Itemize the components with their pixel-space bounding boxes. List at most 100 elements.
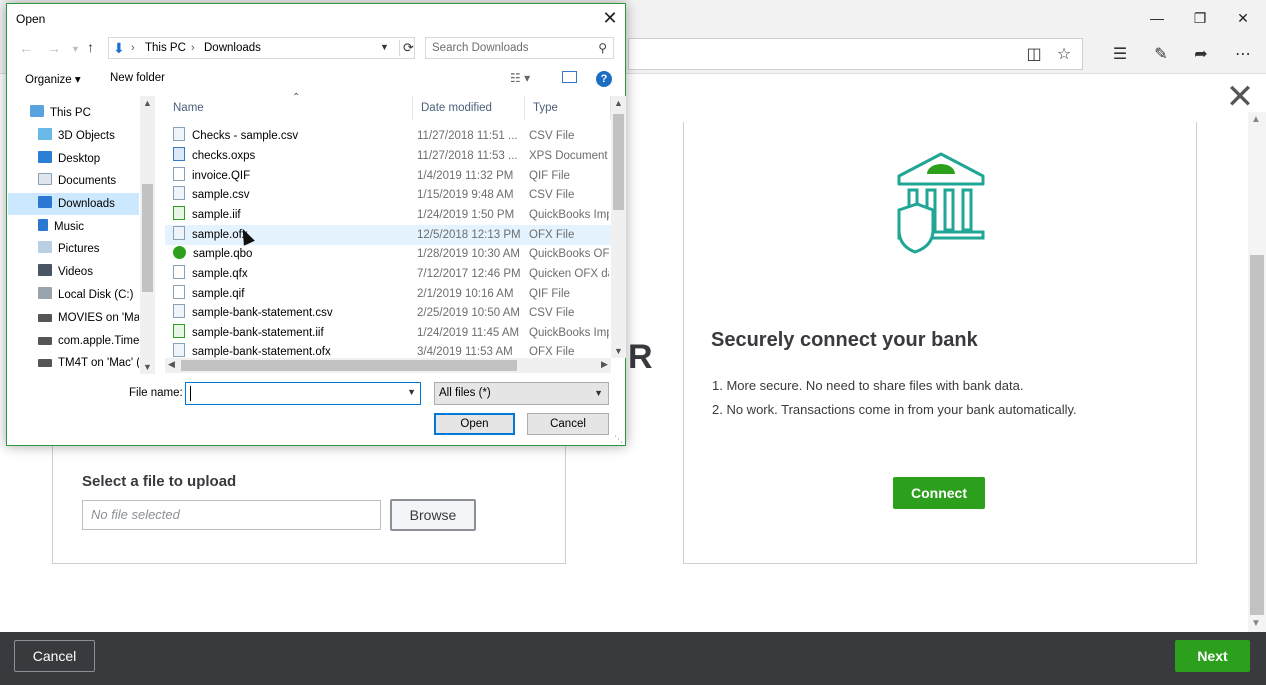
bank-shield-icon	[897, 152, 985, 254]
nav-item-tm4t[interactable]: TM4T on 'Mac' (	[8, 352, 139, 374]
favorites-list-icon[interactable]: ☰	[1109, 44, 1131, 66]
chevron-down-icon[interactable]: ▼	[380, 42, 389, 52]
file-date: 2/25/2019 10:50 AM	[417, 307, 520, 319]
scroll-down-icon[interactable]: ▼	[1251, 618, 1261, 629]
nav-item-time-machine[interactable]: com.apple.Time	[8, 330, 139, 352]
column-header-type[interactable]: Type	[525, 96, 611, 120]
nav-item-this-pc[interactable]: This PC	[8, 102, 139, 124]
nav-item-movies[interactable]: MOVIES on 'Mac	[8, 307, 139, 329]
scroll-down-icon[interactable]: ▼	[143, 362, 152, 372]
nav-pane-scrollbar[interactable]: ▲ ▼	[140, 96, 155, 374]
footer-next-button[interactable]: Next	[1175, 640, 1250, 672]
new-folder-button[interactable]: New folder	[110, 72, 165, 84]
view-options-icon[interactable]: ☷ ▾	[510, 71, 530, 85]
breadcrumb-separator: ›	[131, 42, 135, 54]
address-bar[interactable]	[628, 38, 1083, 70]
file-row[interactable]: sample-bank-statement.csv 2/25/2019 10:5…	[165, 303, 611, 323]
file-row[interactable]: sample.qbo 1/28/2019 10:30 AM QuickBooks…	[165, 244, 611, 264]
page-scroll-thumb[interactable]	[1250, 255, 1264, 615]
file-selected-field: No file selected	[82, 500, 381, 530]
file-list-vscroll-thumb[interactable]	[613, 114, 624, 210]
file-row[interactable]: Checks - sample.csv 11/27/2018 11:51 ...…	[165, 126, 611, 146]
benefit-item: 2. No work. Transactions come in from yo…	[712, 402, 1077, 417]
minimize-icon[interactable]: —	[1140, 6, 1174, 30]
scroll-down-icon[interactable]: ▼	[614, 346, 623, 356]
chevron-down-icon[interactable]: ▼	[407, 387, 416, 397]
column-header-label: Name	[173, 102, 204, 114]
nav-item-3d-objects[interactable]: 3D Objects	[8, 125, 139, 147]
file-name-input[interactable]: ▼	[185, 382, 421, 405]
favorite-star-icon[interactable]: ☆	[1053, 44, 1075, 66]
help-icon[interactable]: ?	[596, 71, 612, 87]
file-list-hscroll-thumb[interactable]	[181, 360, 517, 371]
scroll-left-icon[interactable]: ◀	[168, 359, 175, 370]
cancel-button[interactable]: Cancel	[527, 413, 609, 435]
nav-item-videos[interactable]: Videos	[8, 261, 139, 283]
download-icon	[38, 196, 52, 208]
up-arrow-icon[interactable]: ↑	[87, 39, 94, 55]
nav-item-downloads[interactable]: Downloads	[8, 193, 139, 215]
restore-icon[interactable]: ❐	[1183, 6, 1217, 30]
file-name: sample.csv	[192, 189, 250, 201]
column-header-date[interactable]: Date modified	[413, 96, 525, 120]
desktop-icon	[38, 151, 52, 163]
organize-menu[interactable]: Organize ▾	[25, 72, 81, 86]
file-name: sample.qfx	[192, 268, 248, 280]
scroll-up-icon[interactable]: ▲	[614, 98, 623, 108]
blank-file-icon	[173, 265, 185, 279]
search-input[interactable]: Search Downloads ⚲	[425, 37, 614, 59]
file-date: 1/24/2019 11:45 AM	[417, 327, 520, 339]
cube-icon	[38, 128, 52, 140]
file-row[interactable]: sample.qif 2/1/2019 10:16 AM QIF File	[165, 284, 611, 304]
recent-locations-icon[interactable]: ▼	[71, 44, 80, 54]
file-list-hscrollbar[interactable]: ◀ ▶	[165, 358, 611, 373]
nav-item-documents[interactable]: Documents	[8, 170, 139, 192]
breadcrumb-downloads[interactable]: Downloads	[204, 42, 261, 54]
nav-item-music[interactable]: Music	[8, 216, 139, 238]
browse-button[interactable]: Browse	[390, 499, 476, 531]
scroll-up-icon[interactable]: ▲	[1251, 114, 1261, 125]
file-row[interactable]: sample-bank-statement.iif 1/24/2019 11:4…	[165, 323, 611, 343]
breadcrumb-separator: ›	[191, 42, 195, 54]
footer-cancel-button[interactable]: Cancel	[14, 640, 95, 672]
preview-pane-icon[interactable]	[562, 71, 577, 83]
pen-icon[interactable]: ✎	[1150, 44, 1172, 66]
resize-grip-icon[interactable]: ⋱	[614, 434, 623, 445]
back-arrow-icon[interactable]: ←	[19, 40, 33, 56]
forward-arrow-icon[interactable]: →	[47, 40, 61, 56]
scroll-right-icon[interactable]: ▶	[601, 359, 608, 370]
file-row[interactable]: sample.iif 1/24/2019 1:50 PM QuickBooks …	[165, 205, 611, 225]
file-type-filter[interactable]: All files (*) ▼	[434, 382, 609, 405]
nav-item-label: 3D Objects	[58, 130, 115, 142]
connect-heading: Securely connect your bank	[711, 329, 978, 351]
file-row[interactable]: sample.ofx 12/5/2018 12:13 PM OFX File	[165, 225, 611, 245]
dialog-title: Open	[16, 12, 46, 26]
nav-item-pictures[interactable]: Pictures	[8, 238, 139, 260]
column-header-name[interactable]: Name	[165, 96, 413, 120]
address-breadcrumb[interactable]: ⬇ › This PC › Downloads ▼ ⟳	[108, 37, 415, 59]
file-row[interactable]: sample.qfx 7/12/2017 12:46 PM Quicken OF…	[165, 264, 611, 284]
more-menu-icon[interactable]: ⋯	[1232, 44, 1254, 66]
reading-view-icon[interactable]: ◫	[1023, 44, 1045, 66]
connect-button[interactable]: Connect	[893, 477, 985, 509]
nav-item-desktop[interactable]: Desktop	[8, 148, 139, 170]
file-type: Quicken OFX da	[529, 268, 609, 280]
dialog-close-icon[interactable]: ✕	[597, 6, 623, 30]
close-icon[interactable]: ✕	[1225, 80, 1255, 114]
scroll-up-icon[interactable]: ▲	[143, 98, 152, 108]
refresh-icon[interactable]: ⟳	[399, 40, 414, 56]
open-button[interactable]: Open	[434, 413, 515, 435]
file-list-vscrollbar[interactable]: ▲ ▼	[611, 96, 626, 358]
file-date: 12/5/2018 12:13 PM	[417, 229, 521, 241]
column-header-label: Date modified	[421, 102, 492, 114]
file-row[interactable]: sample.csv 1/15/2019 9:48 AM CSV File	[165, 185, 611, 205]
file-row[interactable]: checks.oxps 11/27/2018 11:53 ... XPS Doc…	[165, 146, 611, 166]
share-icon[interactable]: ➦	[1190, 44, 1212, 66]
nav-scroll-thumb[interactable]	[142, 184, 153, 292]
file-type: CSV File	[529, 130, 575, 142]
file-name: sample-bank-statement.csv	[192, 307, 333, 319]
window-close-icon[interactable]: ✕	[1226, 6, 1260, 30]
nav-item-local-disk[interactable]: Local Disk (C:)	[8, 284, 139, 306]
file-row[interactable]: invoice.QIF 1/4/2019 11:32 PM QIF File	[165, 166, 611, 186]
breadcrumb-this-pc[interactable]: This PC	[145, 42, 186, 54]
